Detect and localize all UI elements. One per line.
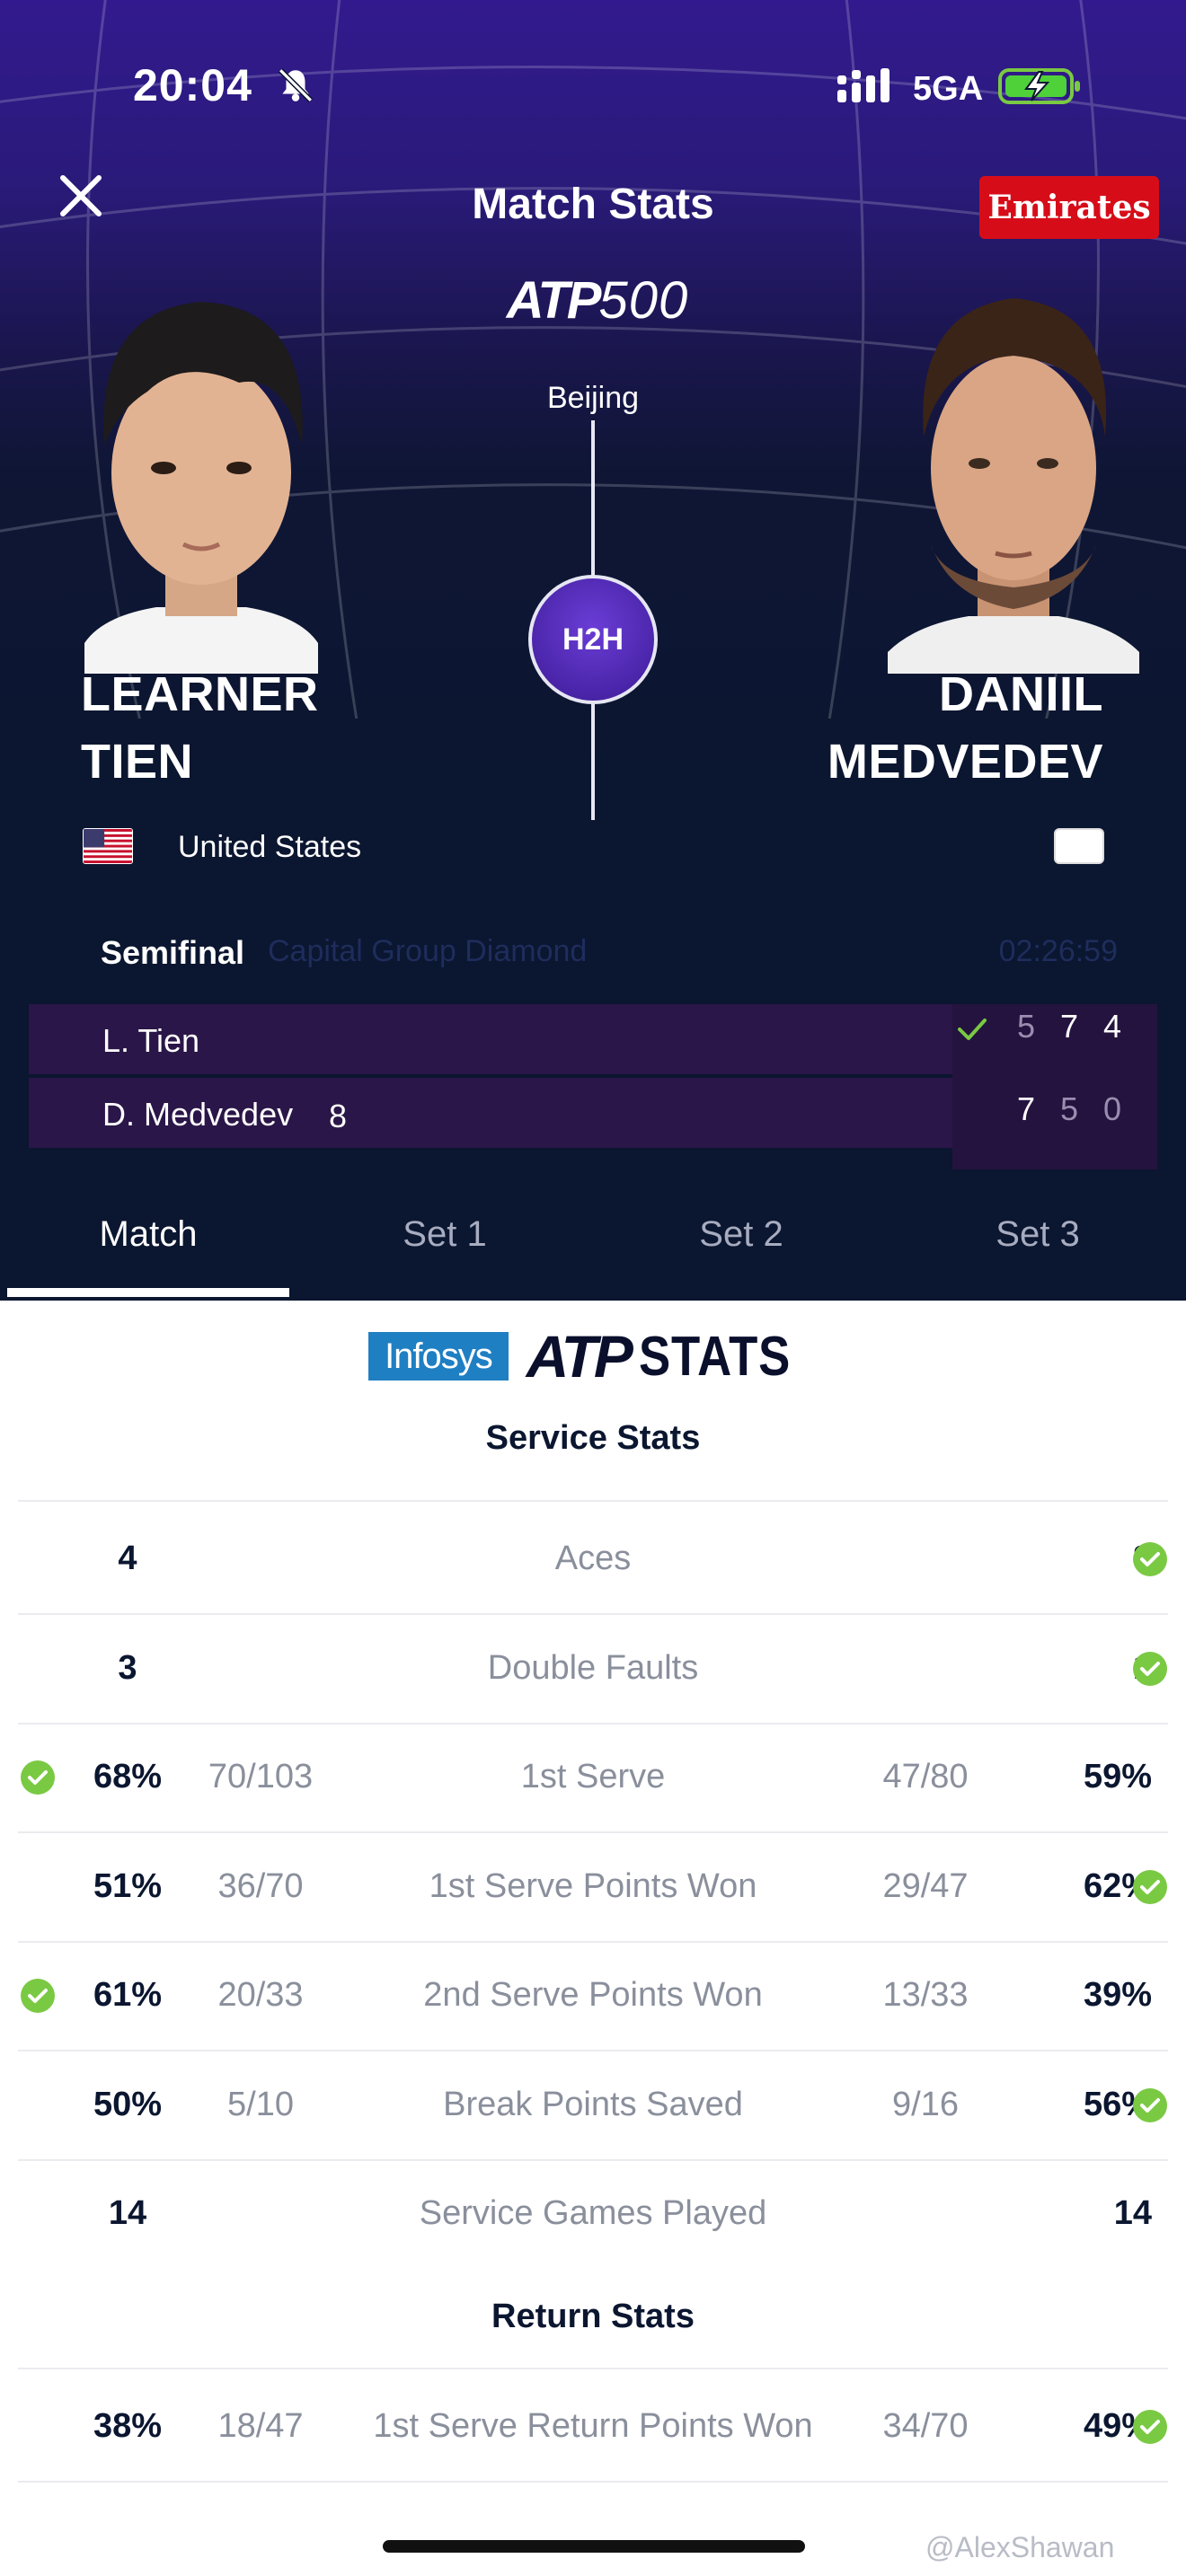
stat-label: Aces bbox=[554, 1539, 632, 1577]
set1-score-right: 7 bbox=[1016, 1090, 1036, 1127]
leader-check-icon bbox=[1132, 1651, 1168, 1687]
active-tab-indicator bbox=[7, 1288, 289, 1297]
stat-row: 68% 70/103 1st Serve 47/80 59% bbox=[0, 1724, 1186, 1831]
stat-value-right: 39% bbox=[1083, 1976, 1152, 2014]
set1-score-left: 5 bbox=[1016, 1008, 1036, 1045]
set2-score-right: 5 bbox=[1059, 1090, 1079, 1127]
winner-check-icon bbox=[958, 1019, 987, 1040]
stat-row: 50% 5/10 Break Points Saved 9/16 56% bbox=[0, 2051, 1186, 2159]
stat-row: 51% 36/70 1st Serve Points Won 29/47 62% bbox=[0, 1833, 1186, 1941]
stat-label: Double Faults bbox=[487, 1648, 699, 1687]
stat-row: 3Double Faults1 bbox=[0, 1615, 1186, 1723]
player-right-seed: 8 bbox=[329, 1098, 348, 1134]
set2-score-left: 7 bbox=[1059, 1008, 1079, 1045]
player-left-photo bbox=[84, 302, 318, 674]
scoreboard-player-left: L. Tien bbox=[102, 1022, 200, 1059]
usa-flag-icon bbox=[83, 828, 133, 864]
watermark: @AlexShawan bbox=[925, 2531, 1115, 2563]
tab-match[interactable]: Match bbox=[0, 1204, 296, 1301]
atp-logo-text: ATP bbox=[506, 270, 602, 330]
stat-label: 1st Serve Points Won bbox=[429, 1866, 757, 1905]
tournament-logo: ATP 500 bbox=[467, 270, 728, 330]
player-right-first-name: DANIIL bbox=[939, 667, 1103, 721]
stat-label: Service Games Played bbox=[419, 2194, 767, 2232]
leader-check-icon bbox=[1132, 1541, 1168, 1577]
stat-detail-right: 29/47 bbox=[882, 1866, 969, 1905]
tab-set-3[interactable]: Set 3 bbox=[890, 1204, 1186, 1301]
player-right-name[interactable]: DANIIL MEDVEDEV bbox=[828, 661, 1103, 796]
return-stats-title: Return Stats bbox=[491, 2298, 695, 2335]
status-time: 20:04 bbox=[133, 60, 252, 110]
stat-detail-right: 9/16 bbox=[892, 2085, 959, 2123]
stat-value-right: 59% bbox=[1083, 1758, 1152, 1795]
player-left-name[interactable]: LEARNER TIEN bbox=[81, 661, 319, 796]
player-left-first-name: LEARNER bbox=[81, 667, 319, 721]
service-stats-title: Service Stats bbox=[485, 1419, 701, 1457]
leader-check-icon bbox=[1132, 2409, 1168, 2445]
signal-icon bbox=[837, 68, 890, 102]
stats-tabs: Match Set 1 Set 2 Set 3 bbox=[0, 1204, 1186, 1301]
player-left-country: United States bbox=[178, 830, 362, 864]
player-right-flag-icon bbox=[1054, 828, 1104, 864]
stat-row: 4Aces8 bbox=[0, 1505, 1186, 1613]
divider bbox=[18, 2368, 1168, 2369]
divider bbox=[18, 2481, 1168, 2483]
player-right-last-name: MEDVEDEV bbox=[827, 735, 1103, 789]
battery-charging-icon bbox=[998, 68, 1080, 104]
player-right-photo bbox=[888, 298, 1139, 674]
stats-word: STATS bbox=[638, 1325, 792, 1388]
match-header: 20:04 5GA Match Stats Emirates ATP 500 B… bbox=[0, 0, 1186, 1301]
bell-off-icon bbox=[278, 67, 314, 103]
stat-label: 1st Serve Return Points Won bbox=[373, 2407, 813, 2445]
stat-detail-right: 34/70 bbox=[882, 2407, 969, 2445]
stat-detail-right: 47/80 bbox=[882, 1758, 969, 1795]
stat-row: 14 Service Games Played 14 bbox=[0, 2160, 1186, 2268]
atp-logo: ATP bbox=[526, 1323, 633, 1389]
player-left-last-name: TIEN bbox=[81, 735, 194, 789]
stat-label: Break Points Saved bbox=[443, 2085, 743, 2123]
infosys-logo: Infosys bbox=[368, 1332, 509, 1381]
leader-check-icon bbox=[1132, 1869, 1168, 1905]
home-indicator[interactable] bbox=[383, 2540, 805, 2553]
scoreboard-player-right: D. Medvedev bbox=[102, 1096, 294, 1133]
set3-score-left: 4 bbox=[1102, 1008, 1122, 1045]
sponsor-logo[interactable]: Emirates bbox=[979, 176, 1159, 239]
stat-detail-right: 13/33 bbox=[882, 1976, 969, 2014]
stat-label: 1st Serve bbox=[520, 1758, 666, 1795]
network-type: 5GA bbox=[913, 70, 984, 108]
set3-score-right: 0 bbox=[1102, 1090, 1122, 1127]
stat-row: 61% 20/33 2nd Serve Points Won 13/33 39% bbox=[0, 1942, 1186, 2050]
divider bbox=[18, 1500, 1168, 1502]
stat-label: 2nd Serve Points Won bbox=[423, 1976, 763, 2014]
stats-brand-logo: Infosys ATP STATS bbox=[0, 1323, 1186, 1389]
match-round: Semifinal bbox=[101, 934, 245, 971]
tab-set-2[interactable]: Set 2 bbox=[593, 1204, 890, 1301]
h2h-button[interactable]: H2H bbox=[528, 575, 658, 704]
tournament-level: 500 bbox=[598, 270, 689, 330]
tab-set-1[interactable]: Set 1 bbox=[296, 1204, 593, 1301]
stat-row: 38% 18/47 1st Serve Return Points Won 34/70… bbox=[0, 2373, 1186, 2481]
match-duration: 02:26:59 bbox=[998, 934, 1118, 968]
match-court: Capital Group Diamond bbox=[268, 934, 588, 968]
stat-value-right: 14 bbox=[1113, 2194, 1152, 2232]
leader-check-icon bbox=[1132, 2087, 1168, 2123]
